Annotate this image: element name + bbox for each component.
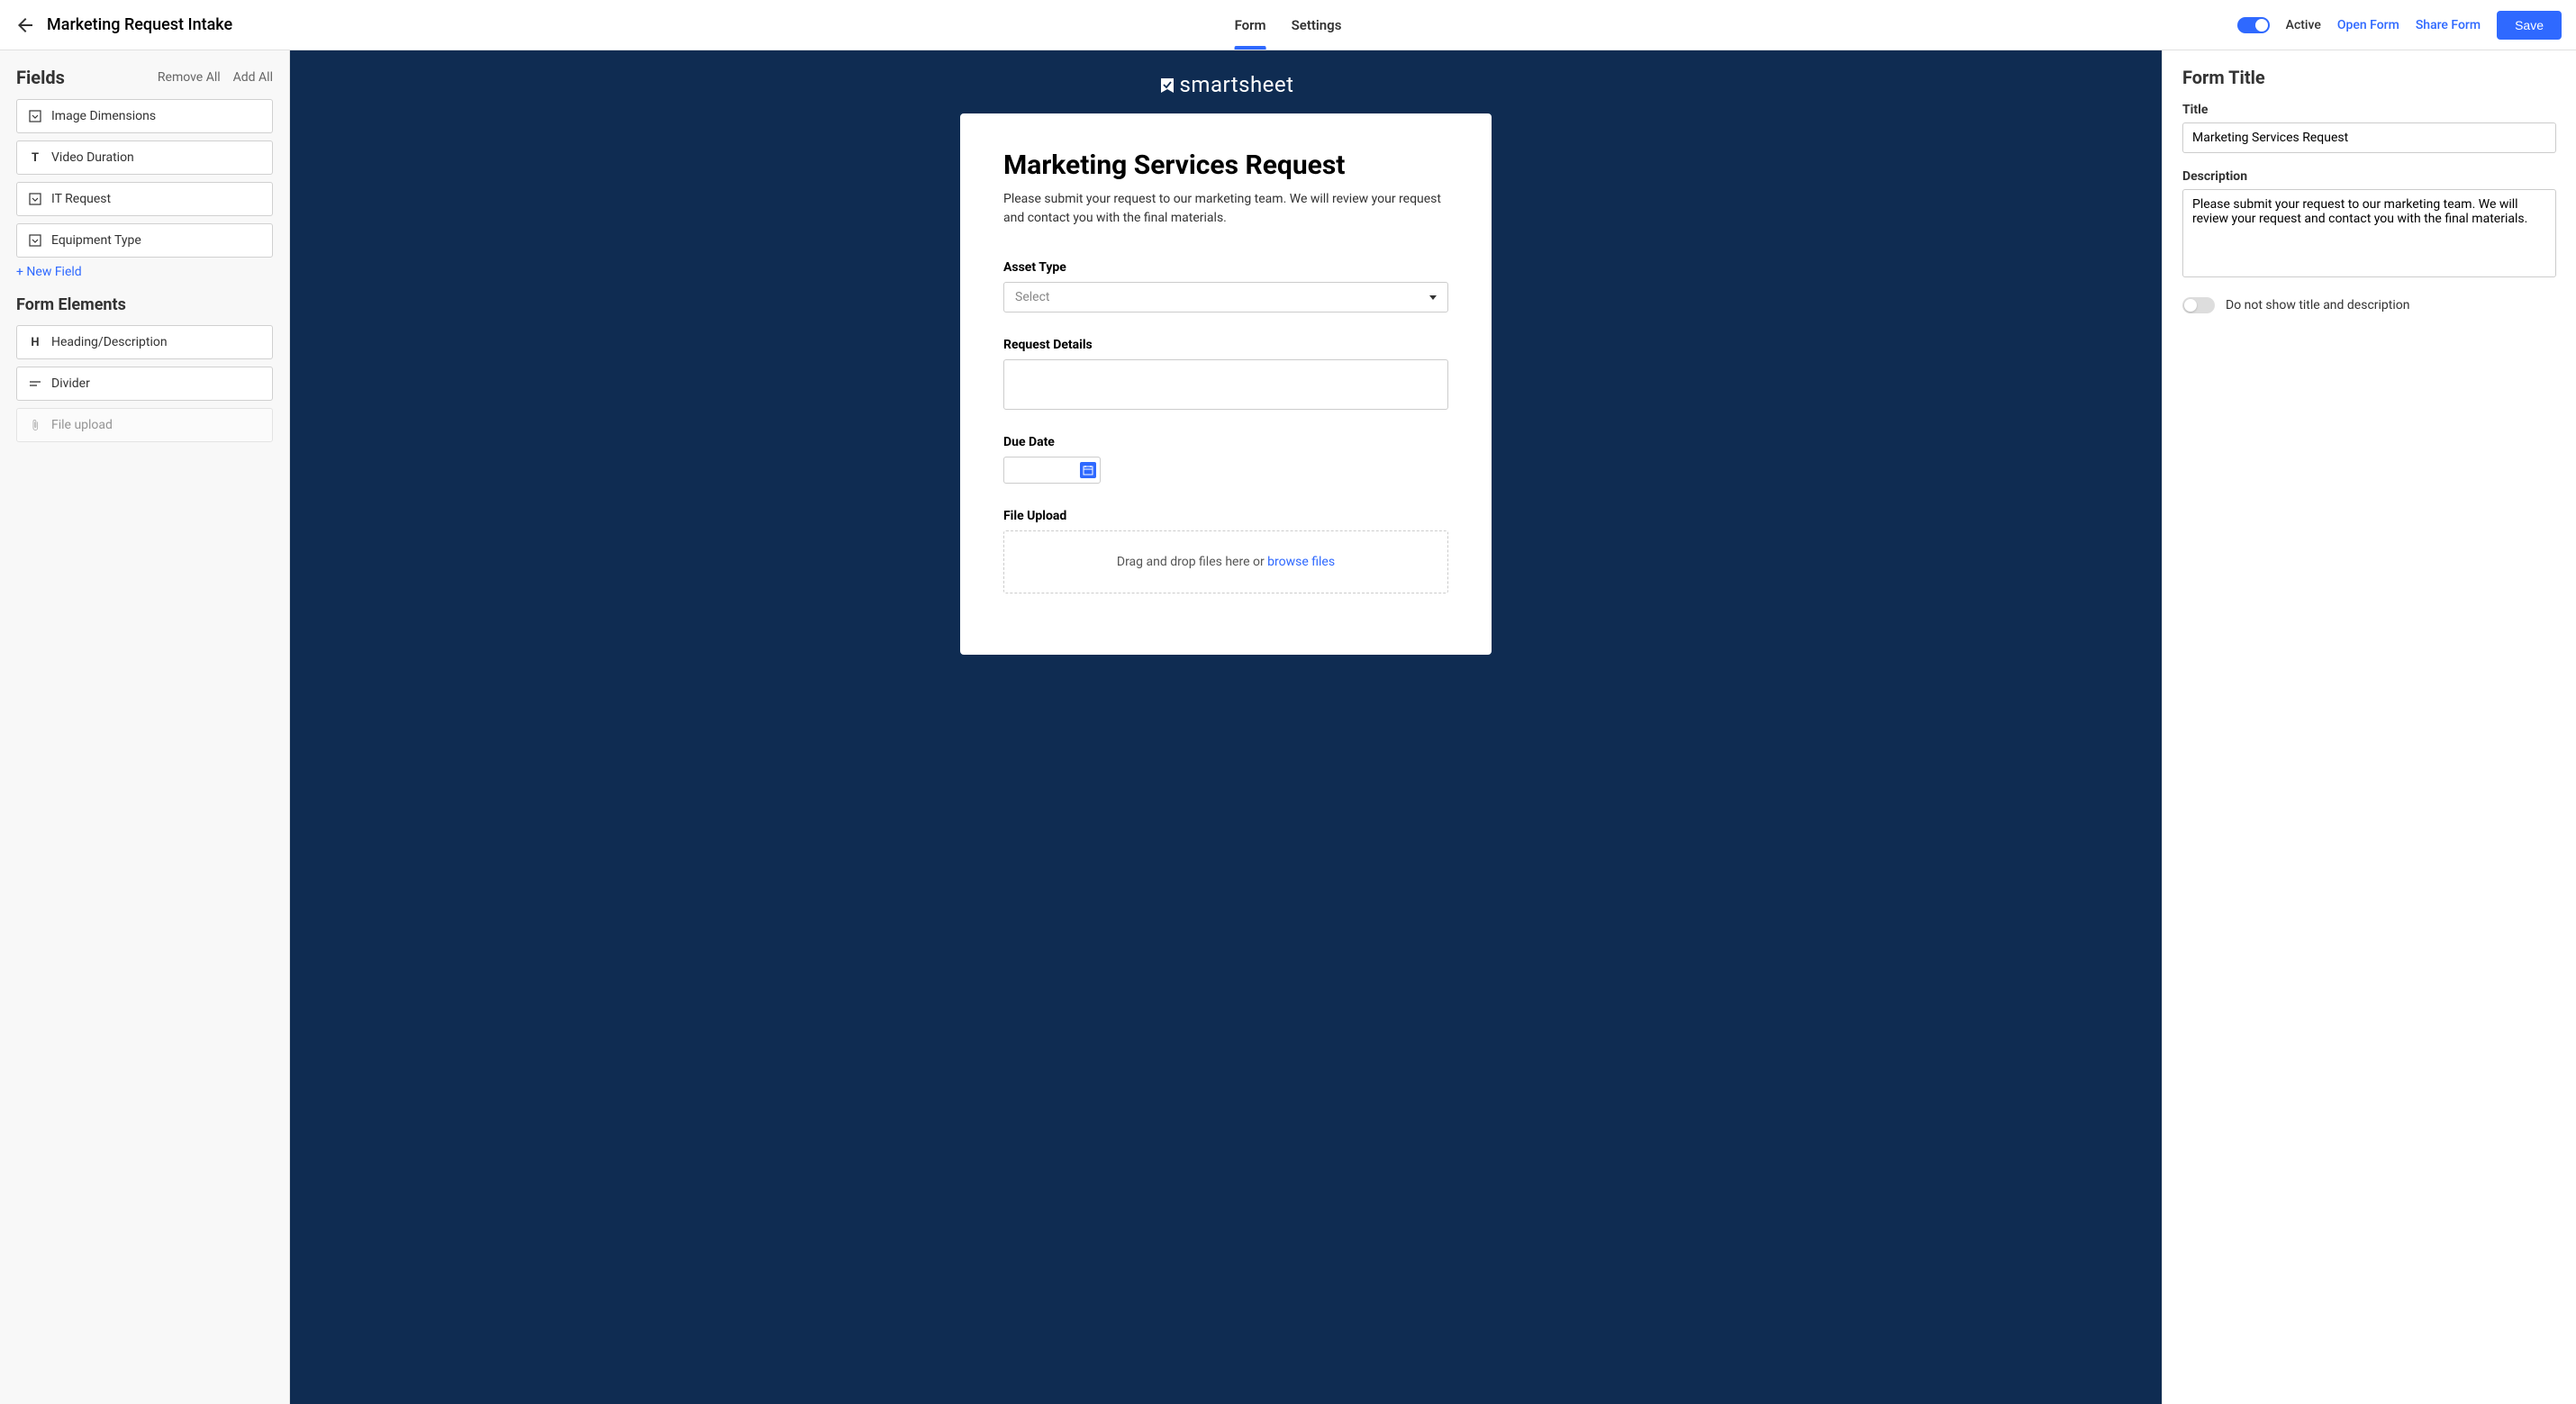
- panel-title: Form Title: [2182, 67, 2556, 88]
- tab-settings[interactable]: Settings: [1292, 0, 1342, 50]
- back-arrow-icon[interactable]: [14, 14, 36, 36]
- element-file-upload[interactable]: File upload: [16, 408, 273, 442]
- add-all-link[interactable]: Add All: [233, 70, 273, 85]
- select-placeholder: Select: [1015, 290, 1049, 304]
- open-form-link[interactable]: Open Form: [2337, 18, 2399, 32]
- save-button[interactable]: Save: [2497, 11, 2562, 40]
- left-panel: Fields Remove All Add All Image Dimensio…: [0, 50, 290, 1404]
- active-toggle[interactable]: [2237, 17, 2270, 33]
- file-upload-label: File Upload: [1003, 509, 1448, 523]
- description-input[interactable]: [2182, 189, 2556, 277]
- calendar-icon: [1080, 462, 1096, 478]
- form-description: Please submit your request to our market…: [1003, 190, 1448, 228]
- description-input-label: Description: [2182, 169, 2556, 184]
- field-file-upload: File Upload Drag and drop files here or …: [1003, 509, 1448, 593]
- element-divider[interactable]: Divider: [16, 367, 273, 401]
- properties-panel: Form Title Title Description Do not show…: [2162, 50, 2576, 1404]
- dropdown-icon: [28, 192, 42, 206]
- field-asset-type: Asset Type Select: [1003, 260, 1448, 313]
- field-label: Video Duration: [51, 150, 134, 165]
- title-input-label: Title: [2182, 103, 2556, 117]
- tab-form[interactable]: Form: [1235, 0, 1266, 50]
- element-label: File upload: [51, 418, 113, 432]
- share-form-link[interactable]: Share Form: [2416, 18, 2481, 32]
- new-field-link[interactable]: + New Field: [16, 265, 273, 279]
- field-item-video-duration[interactable]: T Video Duration: [16, 140, 273, 175]
- browse-files-link[interactable]: browse files: [1267, 555, 1335, 569]
- due-date-input[interactable]: [1003, 457, 1101, 484]
- field-due-date: Due Date: [1003, 435, 1448, 484]
- form-elements-heading: Form Elements: [16, 295, 273, 314]
- request-details-input[interactable]: [1003, 359, 1448, 410]
- field-item-equipment-type[interactable]: Equipment Type: [16, 223, 273, 258]
- element-label: Heading/Description: [51, 335, 168, 349]
- caret-down-icon: [1429, 295, 1437, 300]
- dropdown-icon: [28, 109, 42, 123]
- field-item-it-request[interactable]: IT Request: [16, 182, 273, 216]
- fields-heading: Fields: [16, 67, 65, 88]
- heading-icon: H: [28, 335, 42, 349]
- title-input[interactable]: [2182, 122, 2556, 153]
- form-card[interactable]: Marketing Services Request Please submit…: [960, 113, 1492, 655]
- dropdown-icon: [28, 233, 42, 248]
- element-heading-description[interactable]: H Heading/Description: [16, 325, 273, 359]
- remove-all-link[interactable]: Remove All: [158, 70, 221, 85]
- smartsheet-logo-icon: [1158, 77, 1175, 93]
- due-date-label: Due Date: [1003, 435, 1448, 449]
- hide-title-toggle[interactable]: [2182, 297, 2215, 313]
- brand-name: smartsheet: [1180, 72, 1294, 97]
- divider-icon: [28, 376, 42, 391]
- top-bar: Marketing Request Intake Form Settings A…: [0, 0, 2576, 50]
- page-title: Marketing Request Intake: [47, 15, 232, 34]
- brand-header: smartsheet: [1158, 50, 1294, 113]
- text-icon: T: [28, 150, 42, 165]
- active-label: Active: [2286, 18, 2321, 32]
- field-label: Image Dimensions: [51, 109, 156, 123]
- asset-type-label: Asset Type: [1003, 260, 1448, 275]
- field-item-image-dimensions[interactable]: Image Dimensions: [16, 99, 273, 133]
- request-details-label: Request Details: [1003, 338, 1448, 352]
- element-label: Divider: [51, 376, 90, 391]
- hide-title-label: Do not show title and description: [2226, 298, 2410, 313]
- field-request-details: Request Details: [1003, 338, 1448, 410]
- form-title: Marketing Services Request: [1003, 149, 1448, 181]
- field-label: Equipment Type: [51, 233, 141, 248]
- file-upload-dropzone[interactable]: Drag and drop files here or browse files: [1003, 530, 1448, 593]
- upload-text: Drag and drop files here or: [1117, 555, 1267, 569]
- field-label: IT Request: [51, 192, 111, 206]
- attachment-icon: [28, 418, 42, 432]
- form-preview-panel: smartsheet Marketing Services Request Pl…: [290, 50, 2162, 1404]
- asset-type-select[interactable]: Select: [1003, 282, 1448, 313]
